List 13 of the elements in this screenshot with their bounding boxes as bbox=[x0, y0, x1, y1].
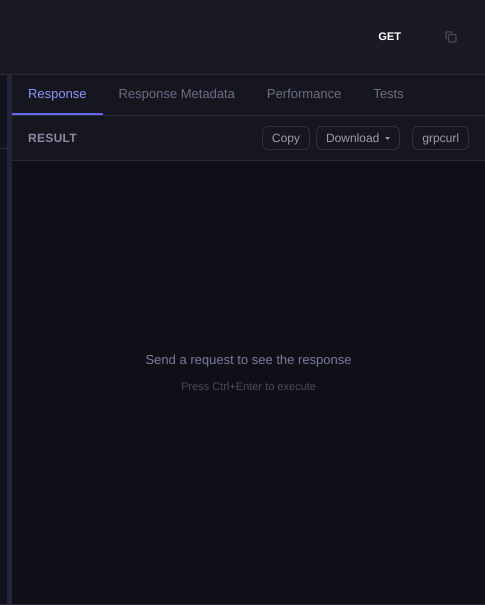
caret-icon bbox=[385, 136, 390, 140]
result-title: RESULT bbox=[28, 130, 77, 147]
toolbar-button[interactable]: Copy bbox=[262, 126, 310, 150]
splitter-handle[interactable] bbox=[7, 75, 12, 604]
toolbar-button[interactable]: grpcurl bbox=[412, 126, 469, 150]
method-label: GET bbox=[378, 30, 401, 45]
empty-hint: Press Ctrl+Enter to execute bbox=[181, 380, 316, 395]
tab[interactable]: Tests bbox=[357, 75, 420, 115]
copy-icon[interactable] bbox=[445, 31, 457, 43]
empty-message: Send a request to see the response bbox=[146, 350, 352, 369]
dropdown-button[interactable]: Download bbox=[316, 126, 400, 150]
tab[interactable]: Response Metadata bbox=[102, 75, 251, 115]
tab[interactable]: Performance bbox=[250, 75, 358, 115]
